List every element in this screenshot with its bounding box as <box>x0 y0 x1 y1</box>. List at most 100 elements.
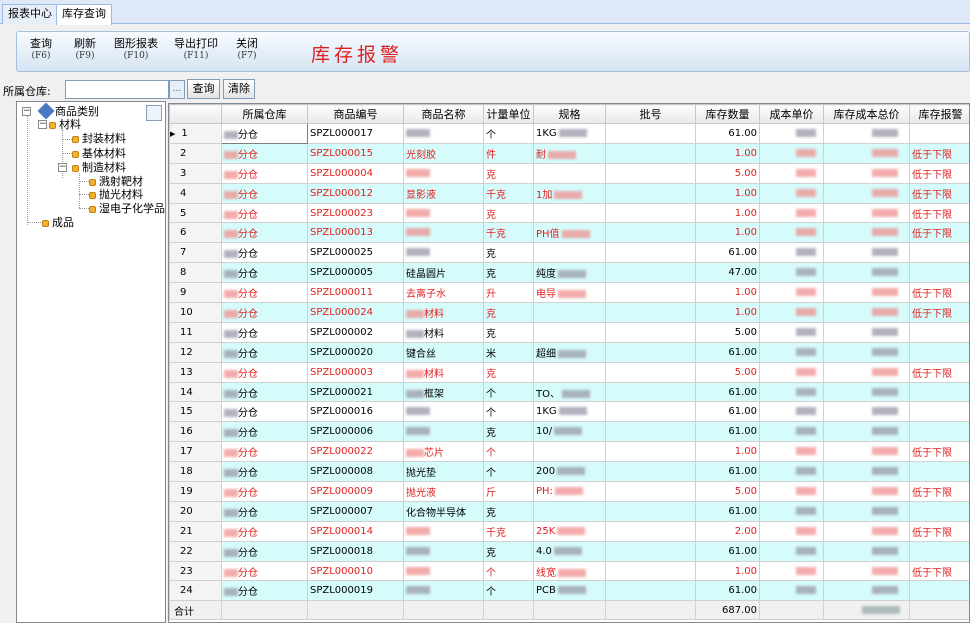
product-name-cell[interactable]: 材料 <box>403 321 484 343</box>
alarm-cell[interactable] <box>909 381 969 403</box>
batch-cell[interactable] <box>605 481 696 502</box>
product-name-cell[interactable]: 键合丝 <box>403 341 484 363</box>
column-header[interactable]: 批号 <box>605 104 696 124</box>
unit-cost-cell[interactable] <box>759 242 824 264</box>
column-header[interactable]: 规格 <box>533 104 606 124</box>
unit-cell[interactable]: 克 <box>483 202 534 224</box>
table-row[interactable]: 7 分仓 SPZL000025 克 61.00 <box>169 242 969 264</box>
unit-cost-cell[interactable] <box>759 302 824 323</box>
total-cost-cell[interactable] <box>823 421 910 443</box>
spec-cell[interactable] <box>533 361 606 383</box>
filter-query-button[interactable]: 查询 <box>187 79 220 99</box>
refresh-button[interactable]: 刷新 (F9) <box>71 38 99 62</box>
table-row[interactable]: 21 分仓 SPZL000014 千克 25K 2.00 低于下限 <box>169 520 969 542</box>
total-cost-cell[interactable] <box>823 500 910 522</box>
table-row[interactable]: 6 分仓 SPZL000013 千克 PH值 1.00 低于下限 <box>169 222 969 244</box>
total-cost-cell[interactable] <box>823 321 910 343</box>
column-header[interactable]: 商品名称 <box>403 104 484 124</box>
product-code-cell[interactable]: SPZL000018 <box>307 540 404 562</box>
row-index[interactable]: 3 <box>169 162 222 184</box>
batch-cell[interactable] <box>605 182 696 204</box>
total-cost-cell[interactable] <box>823 441 910 463</box>
product-name-cell[interactable]: 显影液 <box>403 182 484 204</box>
unit-cell[interactable]: 个 <box>483 381 534 403</box>
spec-cell[interactable]: 1KG <box>533 123 606 144</box>
collapse-root-toggle[interactable]: − <box>22 107 31 116</box>
alarm-cell[interactable] <box>909 341 969 363</box>
product-code-cell[interactable]: SPZL000002 <box>307 321 404 343</box>
row-index[interactable]: 12 <box>169 341 222 363</box>
warehouse-cell[interactable]: 分仓 <box>221 540 308 562</box>
alarm-cell[interactable] <box>909 321 969 343</box>
warehouse-cell[interactable]: 分仓 <box>221 520 308 542</box>
product-name-cell[interactable] <box>403 520 484 542</box>
table-row[interactable]: 19 分仓 SPZL000009 抛光液 斤 PH: 5.00 低于下限 <box>169 481 969 502</box>
quantity-cell[interactable]: 61.00 <box>695 341 760 363</box>
unit-cell[interactable]: 克 <box>483 262 534 284</box>
tree-node-packaging[interactable]: 封装材料 <box>72 132 126 145</box>
batch-cell[interactable] <box>605 162 696 184</box>
total-cost-cell[interactable] <box>823 361 910 383</box>
warehouse-cell[interactable]: 分仓 <box>221 481 308 502</box>
spec-cell[interactable]: 25K <box>533 520 606 542</box>
spec-cell[interactable]: PH: <box>533 481 606 502</box>
tree-node-material[interactable]: 材料 <box>49 118 81 131</box>
batch-cell[interactable] <box>605 520 696 542</box>
product-code-cell[interactable]: SPZL000017 <box>307 123 404 144</box>
row-index[interactable]: 22 <box>169 540 222 562</box>
unit-cost-cell[interactable] <box>759 580 824 602</box>
spec-cell[interactable]: 耐 <box>533 142 606 164</box>
spec-cell[interactable]: 4.0 <box>533 540 606 562</box>
alarm-cell[interactable]: 低于下限 <box>909 441 969 463</box>
export-print-button[interactable]: 导出打印 (F11) <box>173 38 219 62</box>
filter-clear-button[interactable]: 清除 <box>223 79 255 99</box>
alarm-cell[interactable] <box>909 123 969 144</box>
table-row[interactable]: 14 分仓 SPZL000021 框架 个 TO、 61.00 <box>169 381 969 403</box>
product-name-cell[interactable]: 抛光液 <box>403 481 484 502</box>
batch-cell[interactable] <box>605 461 696 483</box>
batch-cell[interactable] <box>605 202 696 224</box>
alarm-cell[interactable]: 低于下限 <box>909 560 969 582</box>
spec-cell[interactable] <box>533 441 606 463</box>
table-row[interactable]: 4 分仓 SPZL000012 显影液 千克 1加 1.00 低于下限 <box>169 182 969 204</box>
quantity-cell[interactable]: 61.00 <box>695 381 760 403</box>
table-row[interactable]: 16 分仓 SPZL000006 克 10/61.00 <box>169 421 969 443</box>
table-row[interactable]: 20 分仓 SPZL000007 化合物半导体 克 61.00 <box>169 500 969 522</box>
table-row[interactable]: 10 分仓 SPZL000024 材料 克 1.00 低于下限 <box>169 302 969 323</box>
unit-cell[interactable]: 克 <box>483 302 534 323</box>
product-code-cell[interactable]: SPZL000025 <box>307 242 404 264</box>
quantity-cell[interactable]: 1.00 <box>695 302 760 323</box>
quantity-cell[interactable]: 5.00 <box>695 321 760 343</box>
product-code-cell[interactable]: SPZL000008 <box>307 461 404 483</box>
warehouse-cell[interactable]: 分仓 <box>221 401 308 423</box>
product-name-cell[interactable]: 化合物半导体 <box>403 500 484 522</box>
quantity-cell[interactable]: 61.00 <box>695 461 760 483</box>
total-cost-cell[interactable] <box>823 341 910 363</box>
spec-cell[interactable] <box>533 162 606 184</box>
unit-cost-cell[interactable] <box>759 123 824 144</box>
batch-cell[interactable] <box>605 282 696 304</box>
warehouse-cell[interactable]: 分仓 <box>221 461 308 483</box>
alarm-cell[interactable]: 低于下限 <box>909 520 969 542</box>
warehouse-cell[interactable]: 分仓 <box>221 560 308 582</box>
unit-cost-cell[interactable] <box>759 361 824 383</box>
quantity-cell[interactable]: 2.00 <box>695 520 760 542</box>
warehouse-cell[interactable]: 分仓 <box>221 421 308 443</box>
row-index[interactable]: 2 <box>169 142 222 164</box>
spec-cell[interactable]: PH值 <box>533 222 606 244</box>
table-row[interactable]: 3 分仓 SPZL000004 克 5.00 低于下限 <box>169 162 969 184</box>
spec-cell[interactable]: 电导 <box>533 282 606 304</box>
spec-cell[interactable]: TO、 <box>533 381 606 403</box>
spec-cell[interactable]: PCB <box>533 580 606 602</box>
product-name-cell[interactable]: 光刻胶 <box>403 142 484 164</box>
product-code-cell[interactable]: SPZL000020 <box>307 341 404 363</box>
warehouse-cell[interactable]: 分仓 <box>221 341 308 363</box>
alarm-cell[interactable]: 低于下限 <box>909 142 969 164</box>
table-row[interactable]: 11 分仓 SPZL000002 材料 克 5.00 <box>169 321 969 343</box>
total-cost-cell[interactable] <box>823 123 910 144</box>
row-index[interactable]: 24 <box>169 580 222 602</box>
warehouse-cell[interactable]: 分仓 <box>221 242 308 264</box>
product-code-cell[interactable]: SPZL000007 <box>307 500 404 522</box>
row-index[interactable]: 13 <box>169 361 222 383</box>
spec-cell[interactable]: 超细 <box>533 341 606 363</box>
